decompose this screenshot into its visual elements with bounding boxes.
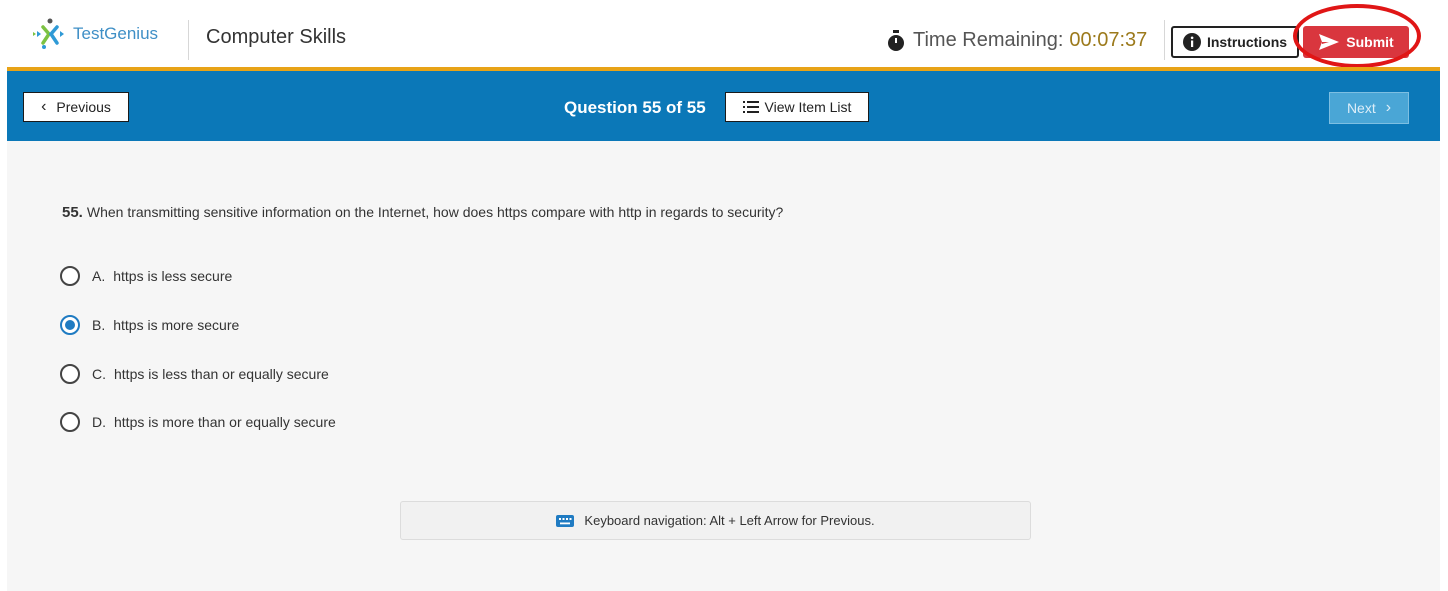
option-text: https is more than or equally secure: [114, 414, 336, 430]
previous-button[interactable]: ‹ Previous: [23, 92, 129, 122]
view-item-list-button[interactable]: View Item List: [725, 92, 869, 122]
chevron-left-icon: ‹: [41, 98, 47, 115]
next-button[interactable]: Next ›: [1329, 92, 1409, 124]
stopwatch-icon: [888, 29, 904, 51]
question-number: 55.: [62, 204, 83, 221]
logo-figure-icon: [33, 18, 64, 49]
option-letter: B.: [92, 317, 106, 333]
option-a[interactable]: A. https is less secure: [60, 266, 232, 286]
option-b[interactable]: B. https is more secure: [60, 315, 239, 335]
submit-label: Submit: [1346, 34, 1394, 50]
testgenius-logo: TestGenius: [31, 16, 158, 52]
chevron-right-icon: ›: [1385, 99, 1392, 116]
question-navbar: ‹ Previous Question 55 of 55 View Item L…: [7, 71, 1440, 141]
timer-value: 00:07:37: [1069, 29, 1148, 51]
option-letter: A.: [92, 268, 106, 284]
option-d[interactable]: D. https is more than or equally secure: [60, 412, 336, 432]
radio-button[interactable]: [60, 412, 80, 432]
next-label: Next: [1346, 100, 1376, 116]
radio-button[interactable]: [60, 266, 80, 286]
option-text: https is more secure: [113, 317, 240, 333]
view-item-list-label: View Item List: [764, 99, 852, 115]
option-c[interactable]: C. https is less than or equally secure: [60, 364, 329, 384]
question-counter: Question 55 of 55: [564, 98, 706, 117]
radio-button[interactable]: [60, 364, 80, 384]
page-frame: TestGenius Computer Skills Time Remainin…: [7, 0, 1440, 591]
option-text: https is less than or equally secure: [114, 366, 329, 382]
send-icon: [1319, 34, 1340, 50]
submit-button[interactable]: Submit: [1303, 26, 1409, 58]
radio-dot: [65, 320, 75, 330]
keyboard-hint-text: Keyboard navigation: Alt + Left Arrow fo…: [584, 513, 875, 528]
list-icon: [742, 101, 759, 113]
time-remaining: Time Remaining: 00:07:37: [887, 29, 1147, 52]
header-divider: [1164, 20, 1165, 60]
timer-label: Time Remaining:: [913, 29, 1064, 51]
previous-label: Previous: [56, 99, 111, 115]
logo-text: TestGenius: [73, 24, 159, 43]
keyboard-hint: Keyboard navigation: Alt + Left Arrow fo…: [400, 501, 1031, 540]
keyboard-icon: [556, 514, 575, 527]
instructions-button[interactable]: Instructions: [1171, 26, 1299, 58]
header: TestGenius Computer Skills Time Remainin…: [7, 0, 1440, 68]
header-divider: [188, 20, 189, 60]
option-letter: D.: [92, 414, 106, 430]
app-title: Computer Skills: [206, 26, 347, 48]
question-text: When transmitting sensitive information …: [86, 204, 784, 220]
option-text: https is less secure: [113, 268, 233, 284]
option-letter: C.: [92, 366, 106, 382]
info-icon: [1182, 33, 1201, 51]
question-prompt: 55. When transmitting sensitive informati…: [62, 204, 783, 221]
instructions-label: Instructions: [1206, 34, 1288, 50]
radio-button-selected[interactable]: [60, 315, 80, 335]
